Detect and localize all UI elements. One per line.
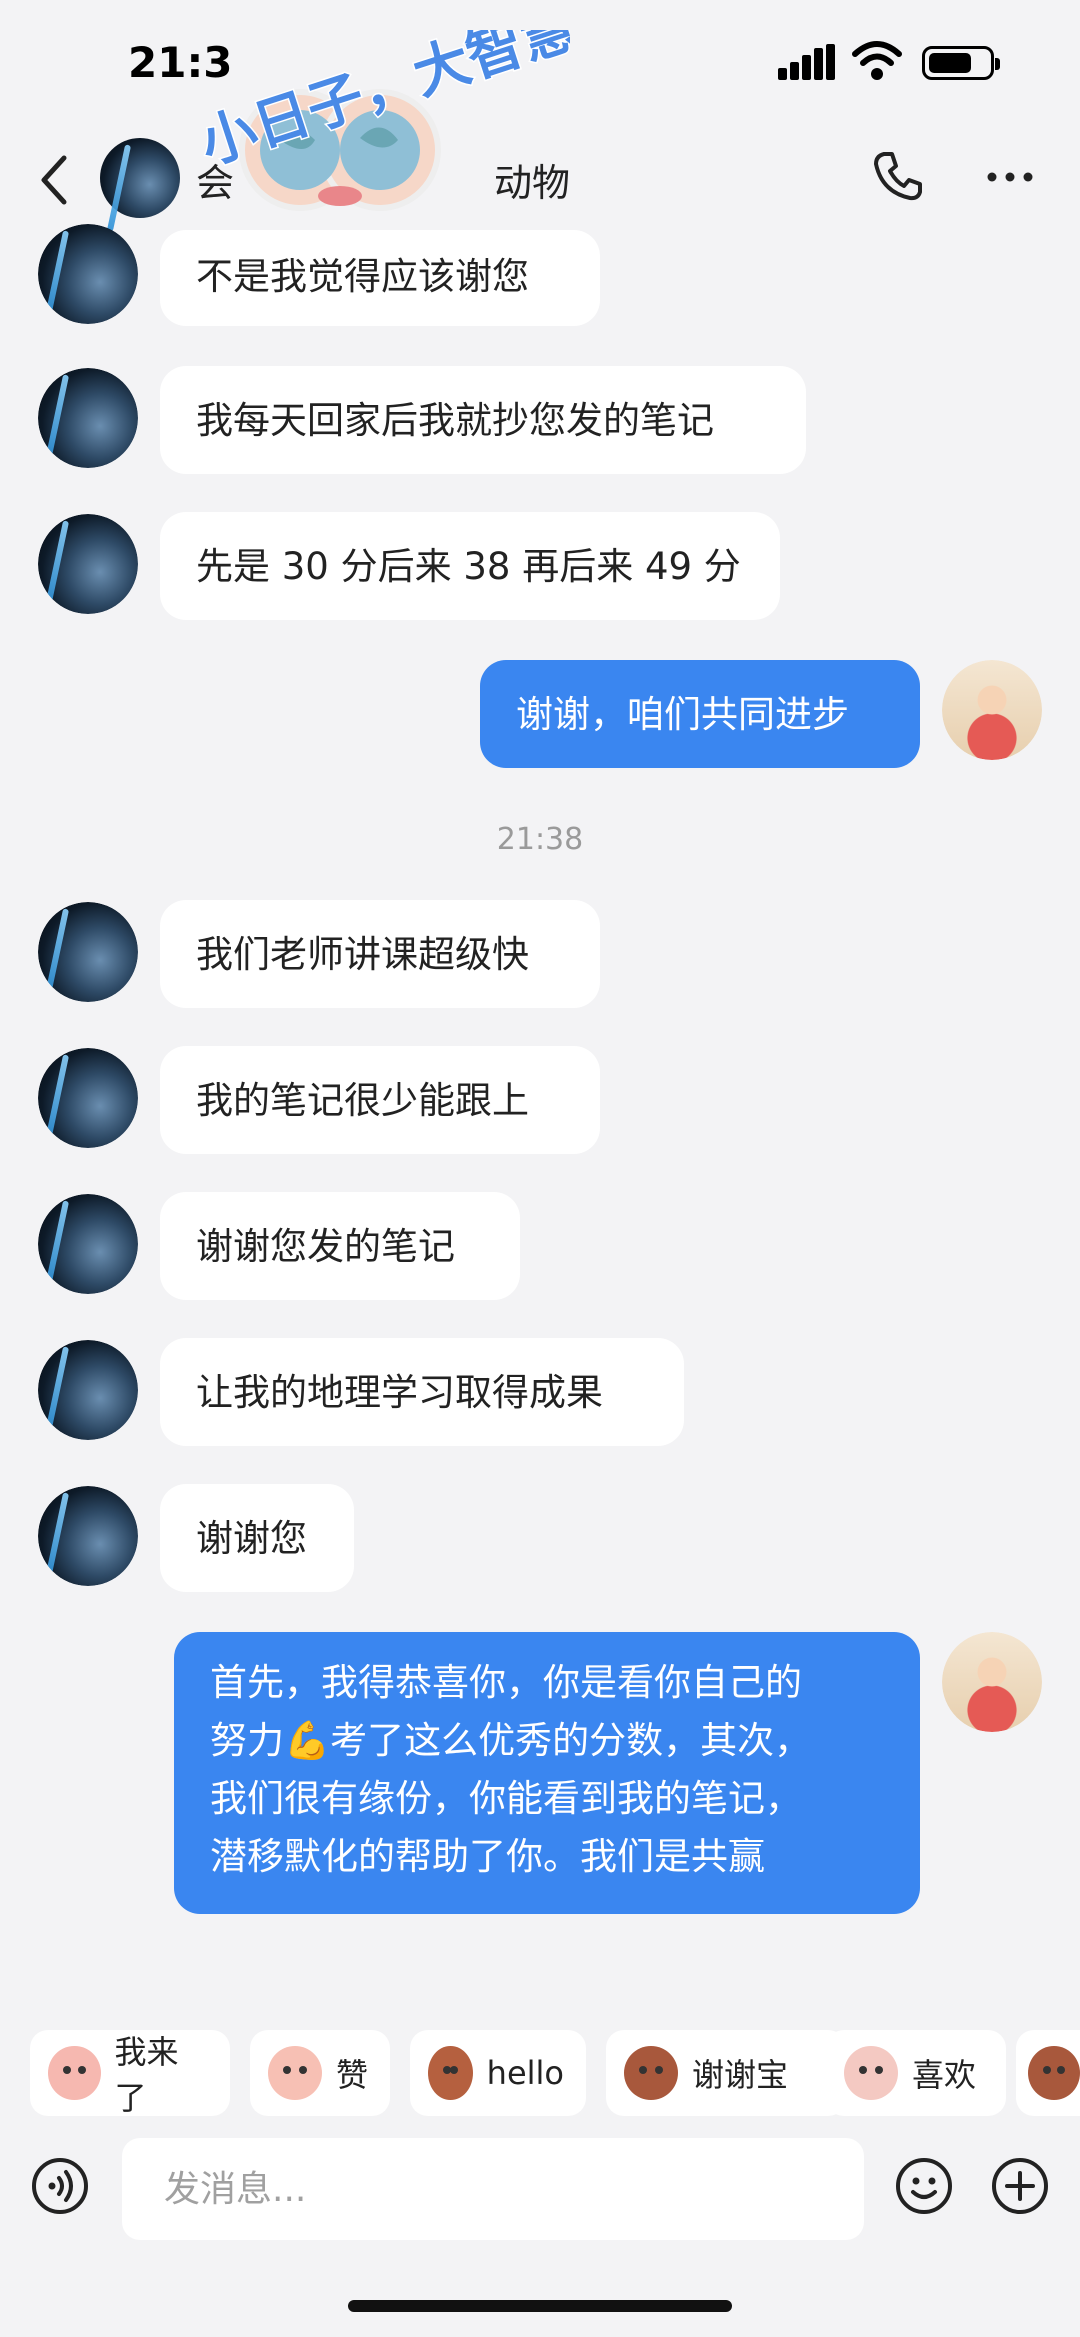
sender-avatar[interactable]	[38, 224, 138, 324]
wifi-icon	[852, 41, 902, 80]
message-input[interactable]	[122, 2138, 864, 2240]
phone-icon[interactable]	[870, 148, 926, 204]
message-bubble-incoming[interactable]: 不是我觉得应该谢您	[160, 230, 600, 326]
pig-heart-icon	[844, 2046, 898, 2100]
quick-reply-bar: 我来了 赞 hello 谢谢宝 喜欢	[0, 2030, 1080, 2130]
message-bubble-outgoing[interactable]: 谢谢，咱们共同进步	[480, 660, 920, 768]
message-line: 首先，我得恭喜你，你是看你自己的	[210, 1661, 802, 1704]
pig-thumbs-up-icon	[268, 2046, 322, 2100]
message-line: 潜移默化的帮助了你。我们是共赢	[210, 1835, 765, 1878]
message-bubble-incoming[interactable]: 让我的地理学习取得成果	[160, 1338, 684, 1446]
emoji-icon[interactable]	[894, 2156, 954, 2216]
monkey-icon	[1028, 2046, 1080, 2100]
message-timestamp: 21:38	[496, 822, 584, 857]
sender-avatar[interactable]	[38, 1048, 138, 1148]
quick-reply-label: 我来了	[114, 2033, 179, 2117]
quick-reply-chip[interactable]: hello	[410, 2030, 586, 2116]
sender-avatar[interactable]	[38, 902, 138, 1002]
monkey-icon	[428, 2046, 473, 2100]
message-line: 我们很有缘份，你能看到我的笔记，	[210, 1777, 802, 1820]
quick-reply-label: 赞	[335, 2056, 368, 2094]
more-icon[interactable]	[985, 170, 1035, 184]
my-avatar[interactable]	[942, 1632, 1042, 1732]
input-bar	[0, 2130, 1080, 2250]
message-bubble-incoming[interactable]: 我的笔记很少能跟上	[160, 1046, 600, 1154]
my-avatar[interactable]	[942, 660, 1042, 760]
quick-reply-chip[interactable]: 谢谢宝	[606, 2030, 846, 2116]
home-indicator[interactable]	[348, 2300, 732, 2312]
quick-reply-label: hello	[486, 2054, 564, 2092]
quick-reply-label: 谢谢宝	[692, 2056, 789, 2094]
back-icon[interactable]	[36, 150, 76, 210]
battery-icon	[922, 46, 1000, 80]
message-bubble-incoming[interactable]: 谢谢您	[160, 1484, 354, 1592]
sticker-overlay: 小日子，大智慧	[191, 30, 570, 211]
pig-wave-icon	[48, 2046, 101, 2100]
monkey-flower-icon	[624, 2046, 678, 2100]
message-line: 努力💪考了这么优秀的分数，其次，	[210, 1719, 812, 1762]
sender-avatar[interactable]	[38, 1194, 138, 1294]
message-bubble-incoming[interactable]: 谢谢您发的笔记	[160, 1192, 520, 1300]
quick-reply-chip-partial[interactable]	[1016, 2030, 1080, 2116]
sender-avatar[interactable]	[38, 368, 138, 468]
sender-avatar[interactable]	[38, 514, 138, 614]
quick-reply-chip[interactable]: 喜欢	[826, 2030, 1006, 2116]
quick-reply-chip[interactable]: 赞	[250, 2030, 390, 2116]
contact-avatar[interactable]	[100, 138, 180, 218]
signal-icon	[778, 44, 835, 80]
message-bubble-incoming[interactable]: 我每天回家后我就抄您发的笔记	[160, 366, 806, 474]
sender-avatar[interactable]	[38, 1340, 138, 1440]
message-bubble-incoming[interactable]: 先是 30 分后来 38 再后来 49 分	[160, 512, 780, 620]
message-bubble-outgoing[interactable]: 首先，我得恭喜你，你是看你自己的 努力💪考了这么优秀的分数，其次， 我们很有缘份…	[174, 1632, 920, 1914]
plus-icon[interactable]	[990, 2156, 1050, 2216]
quick-reply-label: 喜欢	[912, 2056, 977, 2094]
voice-input-icon[interactable]	[30, 2156, 90, 2216]
message-bubble-incoming[interactable]: 我们老师讲课超级快	[160, 900, 600, 1008]
quick-reply-chip[interactable]: 我来了	[30, 2030, 230, 2117]
sender-avatar[interactable]	[38, 1486, 138, 1586]
